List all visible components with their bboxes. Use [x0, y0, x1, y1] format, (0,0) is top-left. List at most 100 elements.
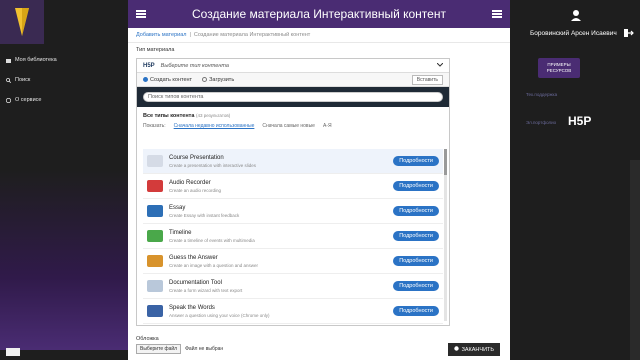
- nav-item-about[interactable]: О сервисе: [0, 90, 128, 110]
- speak-the-words-icon: [147, 305, 163, 317]
- cover-label: Обложка: [136, 336, 159, 342]
- details-button[interactable]: Подробности: [393, 256, 439, 266]
- nav-item-label: Поиск: [15, 77, 31, 83]
- file-row: Выберите файл Файл не выбран: [136, 344, 223, 354]
- examples-button[interactable]: ПРИМЕРЫ РЕСУРСОВ: [538, 58, 580, 78]
- item-desc: Create an image with a question and answ…: [169, 262, 259, 268]
- nav-item-search[interactable]: Поиск: [0, 70, 128, 90]
- content-type-list: Course Presentation Create a presentatio…: [143, 149, 443, 324]
- info-icon: [5, 97, 12, 103]
- details-button[interactable]: Подробности: [393, 281, 439, 291]
- h5p-logo: H5P: [143, 62, 155, 69]
- list-item[interactable]: Documentation Tool Create a form wizard …: [143, 274, 443, 299]
- search-bar: Поиск типов контента: [137, 87, 449, 107]
- breadcrumb-link[interactable]: Добавить материал: [136, 32, 186, 38]
- list-item[interactable]: Timeline Create a timeline of events wit…: [143, 224, 443, 249]
- item-title: Speak the Words: [169, 304, 215, 311]
- details-button[interactable]: Подробности: [393, 156, 439, 166]
- timeline-icon: [147, 230, 163, 242]
- item-desc: Create a presentation with interactive s…: [169, 162, 257, 168]
- item-title: Course Presentation: [169, 154, 224, 161]
- item-text: Speak the Words Answer a question using …: [169, 305, 387, 318]
- menu-icon[interactable]: [136, 10, 146, 18]
- sort-row: Показать: Сначала недавно использованные…: [143, 123, 443, 129]
- finish-button[interactable]: ЗАКАНЧИТЬ: [447, 343, 500, 356]
- breadcrumb-current: Создание материала Интерактивный контент: [193, 32, 311, 38]
- tab-upload-label: Загрузить: [209, 76, 235, 83]
- app-logo[interactable]: [0, 0, 44, 44]
- radio-icon: [202, 77, 208, 82]
- sort-recent[interactable]: Сначала недавно использованные: [174, 123, 255, 129]
- search-icon: [5, 77, 12, 83]
- left-accent: [0, 170, 128, 350]
- nav-item-label: О сервисе: [15, 97, 42, 103]
- breadcrumb-separator: |: [189, 32, 191, 38]
- file-status: Файл не выбран: [185, 346, 224, 352]
- types-title-text: Все типы контента: [143, 113, 195, 119]
- item-text: Guess the Answer Create an image with a …: [169, 255, 387, 268]
- item-title: Timeline: [169, 229, 192, 236]
- list-item[interactable]: Guess the Answer Create an image with a …: [143, 249, 443, 274]
- nav-item-library[interactable]: Моя библиотека: [0, 50, 128, 70]
- scrollbar-thumb[interactable]: [444, 149, 447, 175]
- user-icon[interactable]: [570, 8, 582, 21]
- right-accent: [630, 160, 640, 360]
- item-text: Timeline Create a timeline of events wit…: [169, 230, 387, 243]
- tab-upload[interactable]: Загрузить: [202, 77, 234, 83]
- search-input[interactable]: Поиск типов контента: [143, 92, 443, 102]
- item-desc: Create Essay with instant feedback: [169, 212, 240, 218]
- tab-create-label: Создать контент: [150, 76, 193, 83]
- logout-icon[interactable]: [624, 24, 634, 37]
- sort-az[interactable]: А-Я: [323, 123, 332, 129]
- documentation-tool-icon: [147, 280, 163, 292]
- keyboard-icon: [6, 348, 20, 356]
- types-header: Все типы контента (43 результатов) Показ…: [137, 107, 449, 133]
- item-desc: Answer a question using your voice (Chro…: [169, 312, 270, 318]
- radio-selected-icon: [143, 77, 148, 82]
- item-text: Documentation Tool Create a form wizard …: [169, 280, 387, 293]
- breadcrumb: Добавить материал | Создание материала И…: [128, 28, 510, 43]
- choose-file-button[interactable]: Выберите файл: [136, 344, 182, 354]
- content-type-placeholder: Выберите тип контента: [160, 62, 229, 69]
- finish-label: ЗАКАНЧИТЬ: [461, 346, 494, 353]
- nav-item-label: Моя библиотека: [15, 57, 57, 63]
- main-content: Создание материала Интерактивный контент…: [128, 0, 510, 360]
- item-title: Essay: [169, 204, 186, 211]
- tab-create[interactable]: Создать контент: [143, 77, 192, 83]
- item-desc: Create an audio recording: [169, 187, 222, 193]
- scrollbar[interactable]: [444, 149, 447, 321]
- audio-recorder-icon: [147, 180, 163, 192]
- left-nav: Моя библиотека Поиск О сервисе: [0, 50, 128, 110]
- portfolio-link[interactable]: Эл.портфолио: [526, 120, 556, 125]
- content-type-label: Тип материала: [136, 47, 175, 53]
- sort-new[interactable]: Сначала самые новые: [262, 123, 315, 129]
- user-name: Боровинский Арсен Исаевич: [530, 30, 617, 37]
- support-link[interactable]: Тех.поддержка: [526, 92, 557, 97]
- search-placeholder: Поиск типов контента: [148, 94, 204, 100]
- list-item[interactable]: Speak the Words Answer a question using …: [143, 299, 443, 324]
- hub-tabs: Создать контент Загрузить Вставить: [137, 73, 449, 87]
- item-desc: Create a form wizard with text export: [169, 287, 243, 293]
- essay-icon: [147, 205, 163, 217]
- details-button[interactable]: Подробности: [393, 181, 439, 191]
- hub-header[interactable]: H5P Выберите тип контента: [137, 59, 449, 73]
- item-text: Audio Recorder Create an audio recording: [169, 180, 387, 193]
- types-title: Все типы контента (43 результатов): [143, 113, 443, 119]
- check-icon: [453, 346, 459, 353]
- item-title: Documentation Tool: [169, 279, 222, 286]
- page-title: Создание материала Интерактивный контент: [192, 7, 446, 21]
- details-button[interactable]: Подробности: [393, 306, 439, 316]
- list-item[interactable]: Course Presentation Create a presentatio…: [143, 149, 443, 174]
- menu-icon-right[interactable]: [491, 10, 502, 18]
- left-sidebar: Моя библиотека Поиск О сервисе: [0, 0, 128, 360]
- details-button[interactable]: Подробности: [393, 231, 439, 241]
- chevron-down-icon[interactable]: [436, 62, 444, 69]
- right-panel: Боровинский Арсен Исаевич ПРИМЕРЫ РЕСУРС…: [510, 0, 640, 360]
- list-item[interactable]: Essay Create Essay with instant feedback…: [143, 199, 443, 224]
- details-button[interactable]: Подробности: [393, 206, 439, 216]
- logo-icon: [15, 8, 29, 36]
- paste-button[interactable]: Вставить: [411, 74, 443, 85]
- list-item[interactable]: Audio Recorder Create an audio recording…: [143, 174, 443, 199]
- types-count: (43 результатов): [195, 113, 231, 118]
- item-text: Course Presentation Create a presentatio…: [169, 155, 387, 168]
